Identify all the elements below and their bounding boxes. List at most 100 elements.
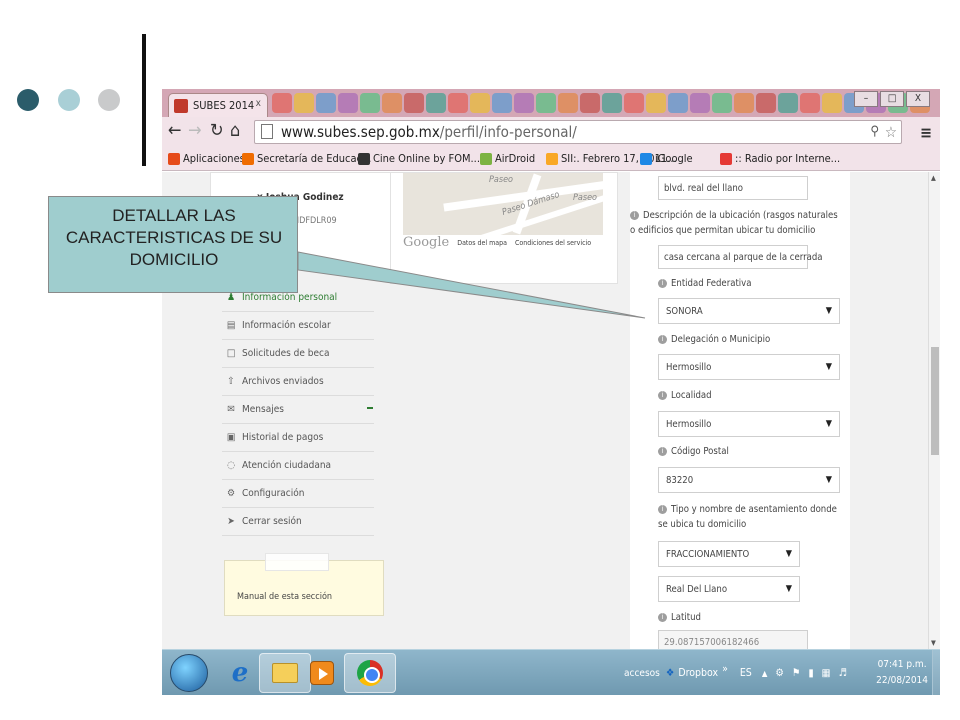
map-terms-link[interactable]: Condiciones del servicio — [515, 239, 591, 247]
bookmark-label: Secretaría de Educac... — [257, 152, 372, 165]
chevron-down-icon: ▼ — [785, 584, 792, 594]
cp-select[interactable]: 83220 ▼ — [658, 467, 840, 493]
bookmark-favicon-icon — [358, 152, 370, 165]
tab-strip-pattern — [448, 93, 468, 113]
map-footer: Google Datos del mapa Condiciones del se… — [403, 235, 603, 250]
sidebar-item-historial-de-pagos[interactable]: ▣ Historial de pagos — [222, 424, 374, 452]
sidebar-item-solicitudes-de-beca[interactable]: □ Solicitudes de beca — [222, 340, 374, 368]
localidad-select[interactable]: Hermosillo ▼ — [658, 411, 840, 437]
sidebar-item-informaci-n-escolar[interactable]: ▤ Información escolar — [222, 312, 374, 340]
entidad-label: i Entidad Federativa — [658, 276, 751, 291]
zoom-icon[interactable]: ⚲ — [870, 124, 879, 139]
flag-icon[interactable]: ⚑ — [792, 667, 800, 679]
document-icon: □ — [226, 348, 236, 359]
decorative-dot — [98, 89, 120, 111]
tab-strip-pattern — [602, 93, 622, 113]
start-button[interactable] — [170, 654, 208, 692]
info-icon: i — [658, 447, 667, 456]
bookmark-favicon-icon — [242, 152, 254, 165]
cp-label: i Código Postal — [658, 444, 729, 459]
sidebar-item-cerrar-sesi-n[interactable]: ➤ Cerrar sesión — [222, 508, 374, 536]
manual-note[interactable]: Manual de esta sección — [224, 553, 384, 616]
chevron-down-icon: ▼ — [825, 362, 832, 372]
bookmark-item[interactable]: Secretaría de Educac... — [242, 152, 371, 165]
sidebar-item-atenci-n-ciudadana[interactable]: ◌ Atención ciudadana — [222, 452, 374, 480]
toolbar-chevron-icon[interactable]: » — [722, 663, 728, 675]
media-player-taskbar-button[interactable] — [296, 653, 348, 693]
bookmark-star-icon[interactable]: ☆ — [885, 123, 897, 141]
minimize-button[interactable]: – — [854, 91, 878, 107]
sidebar-item-mensajes[interactable]: ✉ Mensajes — [222, 396, 374, 424]
receipt-icon: ▣ — [226, 432, 236, 443]
map-data-link[interactable]: Datos del mapa — [457, 239, 507, 247]
url-bar[interactable]: www.subes.sep.gob.mx/perfil/info-persona… — [254, 120, 902, 144]
home-icon[interactable]: ⌂ — [230, 122, 240, 140]
asentamiento-tipo-select[interactable]: FRACCIONAMIENTO ▼ — [658, 541, 800, 567]
tab-strip-pattern — [800, 93, 820, 113]
internet-explorer-icon: e — [231, 658, 249, 688]
tab-strip-pattern — [338, 93, 358, 113]
municipio-select[interactable]: Hermosillo ▼ — [658, 354, 840, 380]
bookmark-label: iGoogle — [655, 152, 693, 165]
bookmark-item[interactable]: Aplicaciones — [168, 152, 245, 165]
scroll-up-icon[interactable]: ▲ — [931, 174, 936, 182]
asentamiento-nombre-select[interactable]: Real Del Llano ▼ — [658, 576, 800, 602]
bookmark-label: Cine Online by FOM... — [373, 152, 480, 165]
bookmark-item[interactable]: :: Radio por Interne... — [720, 152, 840, 165]
slide: SUBES 2014 x – □ X ← → ↻ ⌂ www.subes.sep… — [0, 0, 960, 720]
volume-icon[interactable]: ♬ — [838, 667, 846, 679]
browser-tab[interactable]: SUBES 2014 x — [168, 93, 268, 117]
address-form: blvd. real del llano i Descripción de la … — [630, 172, 850, 649]
show-desktop-button[interactable] — [932, 650, 940, 695]
dropbox-toolbar[interactable]: Dropbox — [678, 667, 718, 679]
tab-strip-pattern — [558, 93, 578, 113]
sidebar-item-configuraci-n[interactable]: ⚙ Configuración — [222, 480, 374, 508]
taskbar-clock[interactable]: 07:41 p.m. 22/08/2014 — [876, 657, 928, 689]
page-icon — [261, 124, 273, 139]
system-tray: accesos ❖ Dropbox » ES ▲ ⚙ ⚑ ▮ ▦ ♬ — [624, 650, 847, 695]
bookmark-item[interactable]: Cine Online by FOM... — [358, 152, 480, 165]
manual-link[interactable]: Manual de esta sección — [237, 592, 332, 602]
gear-icon: ⚙ — [226, 488, 236, 499]
sidebar-item-label: Atención ciudadana — [242, 460, 332, 471]
envelope-icon: ✉ — [227, 404, 235, 415]
street-input[interactable]: blvd. real del llano — [658, 176, 808, 200]
accesos-toolbar[interactable]: accesos — [624, 668, 660, 679]
description-input[interactable]: casa cercana al parque de la cerrada — [658, 245, 823, 269]
scroll-down-icon[interactable]: ▼ — [931, 639, 936, 647]
chrome-menu-icon[interactable]: ≡ — [920, 123, 932, 142]
reload-icon[interactable]: ↻ — [210, 122, 224, 140]
favicon-icon — [174, 99, 188, 113]
close-tab-icon[interactable]: x — [256, 98, 261, 109]
scroll-thumb[interactable] — [931, 347, 939, 455]
address-toolbar: ← → ↻ ⌂ www.subes.sep.gob.mx/perfil/info… — [162, 117, 940, 147]
language-indicator[interactable]: ES — [740, 667, 752, 679]
sidebar-item-archivos-enviados[interactable]: ⇧ Archivos enviados — [222, 368, 374, 396]
forward-icon[interactable]: → — [188, 122, 202, 140]
battery-icon[interactable]: ▮ — [808, 667, 813, 679]
tab-strip: SUBES 2014 x – □ X — [162, 89, 940, 117]
description-label: i Descripción de la ubicación (rasgos nat… — [630, 210, 838, 236]
page-scrollbar[interactable]: ▲ ▼ — [928, 172, 940, 649]
close-window-button[interactable]: X — [906, 91, 930, 107]
tab-strip-pattern — [756, 93, 776, 113]
latitud-input[interactable]: 29.087157006182466 — [658, 630, 808, 649]
callout-text: DETALLAR LAS CARACTERISTICAS DE SU DOMIC… — [65, 206, 283, 269]
bookmark-item[interactable]: iGoogle — [640, 152, 693, 165]
tab-strip-pattern — [646, 93, 666, 113]
tray-expand-icon[interactable]: ▲ — [762, 669, 768, 678]
sidebar-item-label: Historial de pagos — [242, 432, 324, 443]
entidad-select[interactable]: SONORA ▼ — [658, 298, 840, 324]
sidebar-item-label: Información escolar — [242, 320, 331, 331]
info-icon: i — [658, 391, 667, 400]
tab-strip-pattern — [778, 93, 798, 113]
signal-icon[interactable]: ▦ — [822, 667, 831, 679]
sidebar-item-label: Solicitudes de beca — [242, 348, 330, 359]
chrome-taskbar-button[interactable] — [344, 653, 396, 693]
network-icon[interactable]: ⚙ — [775, 667, 783, 679]
map-view[interactable]: Paseo Paseo Dámaso Paseo — [403, 173, 603, 235]
tab-strip-pattern — [514, 93, 534, 113]
bookmark-item[interactable]: AirDroid — [480, 152, 535, 165]
back-icon[interactable]: ← — [168, 122, 182, 140]
maximize-button[interactable]: □ — [880, 91, 904, 107]
